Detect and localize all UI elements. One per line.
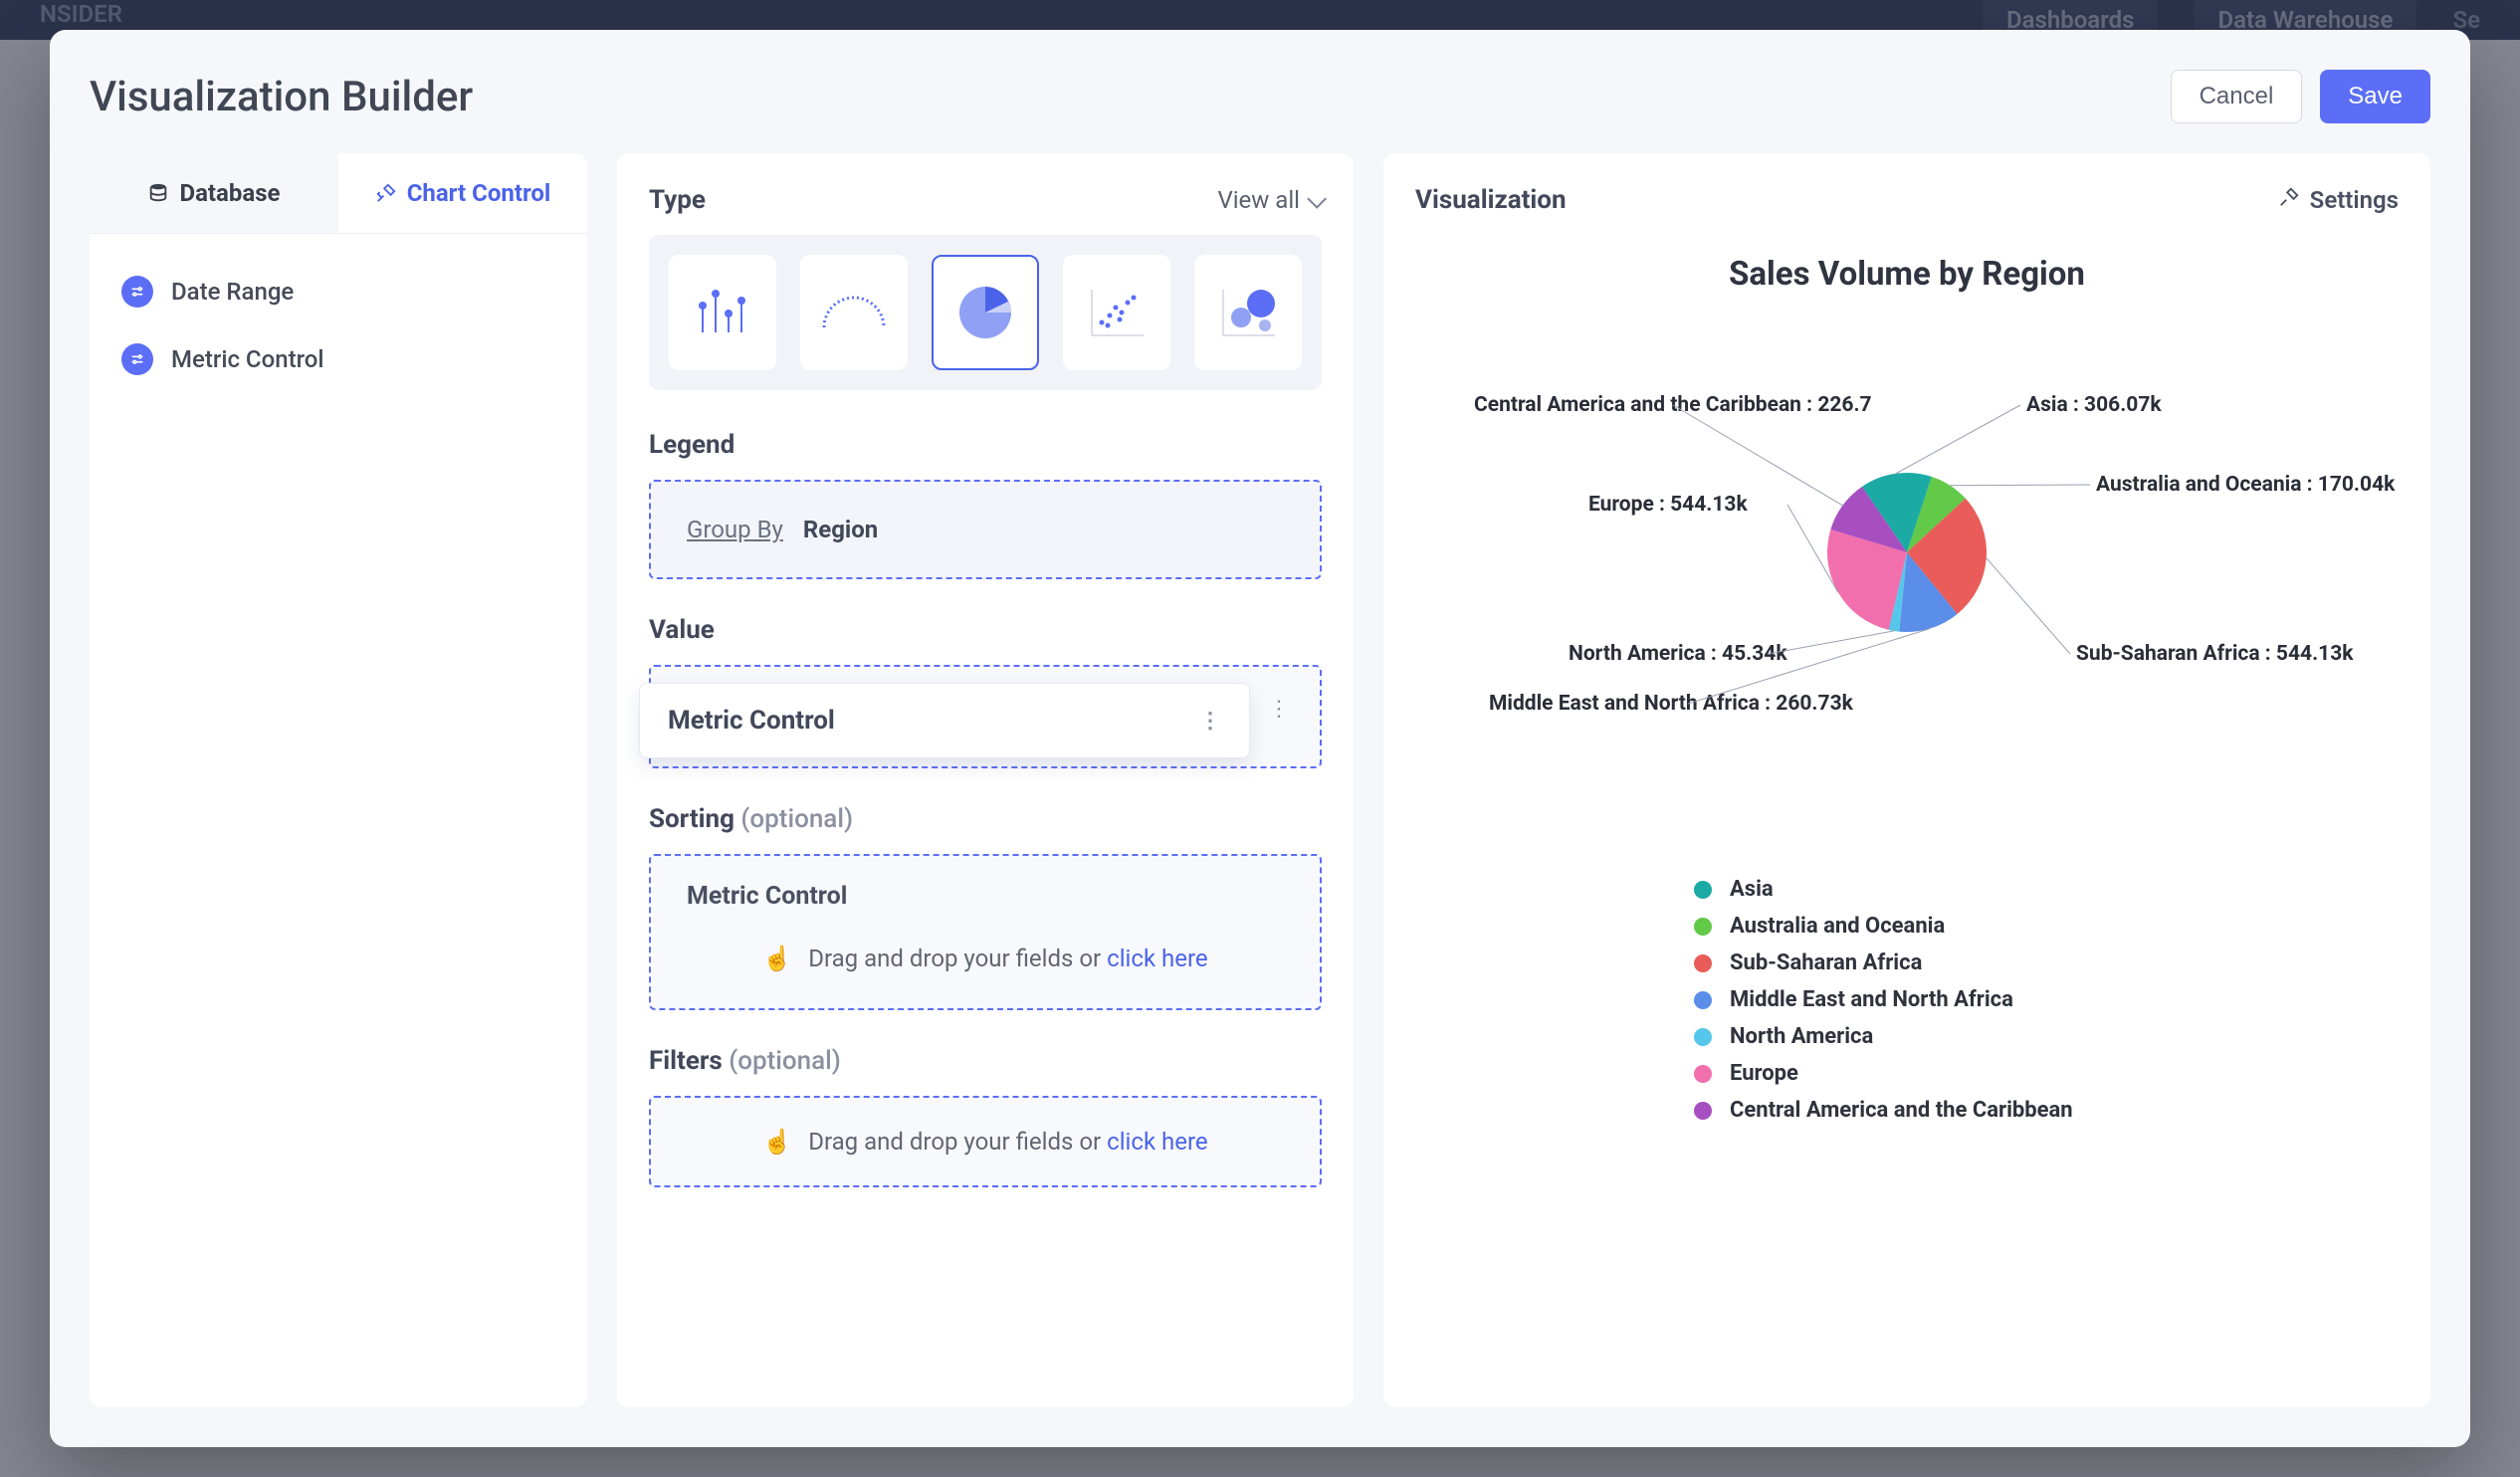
chart-type-pie[interactable] xyxy=(932,255,1039,370)
settings-label: Settings xyxy=(2310,186,2399,214)
legend-label: North America xyxy=(1730,1024,1873,1049)
legend-color-dot xyxy=(1694,881,1712,899)
visualization-builder-modal: Visualization Builder Cancel Save Databa… xyxy=(50,30,2470,1447)
tab-chart-control[interactable]: Chart Control xyxy=(338,153,587,233)
legend-item[interactable]: Central America and the Caribbean xyxy=(1694,1092,2399,1129)
legend-label: Middle East and North Africa xyxy=(1730,987,2013,1012)
groupby-field: Region xyxy=(803,516,878,543)
legend-item[interactable]: Middle East and North Africa xyxy=(1694,981,2399,1018)
legend-color-dot xyxy=(1694,1028,1712,1046)
viz-settings-button[interactable]: Settings xyxy=(2278,186,2399,214)
sliders-icon xyxy=(121,276,153,308)
legend-item[interactable]: North America xyxy=(1694,1018,2399,1055)
pie-slice-label: Australia and Oceania : 170.04k xyxy=(2096,473,2395,497)
more-icon[interactable]: ⋮ xyxy=(1199,709,1221,734)
sorting-hint: Drag and drop your fields or click here xyxy=(687,945,1284,972)
chevron-down-icon xyxy=(1308,186,1322,214)
pie-slice-label: Central America and the Caribbean : 226.… xyxy=(1474,393,1872,417)
legend-label: Australia and Oceania xyxy=(1730,914,1945,939)
view-all-text: View all xyxy=(1217,186,1300,214)
value-drop-zone[interactable]: Metric Control ⋮ Metric Control ⋮ xyxy=(649,665,1322,768)
sorting-drop-zone[interactable]: Metric Control Drag and drop your fields… xyxy=(649,854,1322,1010)
legend-label: Sub-Saharan Africa xyxy=(1730,950,1922,975)
more-icon[interactable]: ⋮ xyxy=(1268,697,1290,722)
control-item-metric-control[interactable]: Metric Control xyxy=(113,325,563,393)
tools-icon xyxy=(375,182,397,204)
chart-type-bubble[interactable] xyxy=(1194,255,1302,370)
control-item-label: Metric Control xyxy=(171,345,323,373)
pie-slice-label: Middle East and North Africa : 260.73k xyxy=(1489,692,1853,716)
cancel-button[interactable]: Cancel xyxy=(2171,70,2303,123)
sorting-field: Metric Control xyxy=(687,882,1284,911)
modal-title: Visualization Builder xyxy=(90,73,473,121)
legend-drop-zone[interactable]: Group By Region xyxy=(649,480,1322,579)
type-label: Type xyxy=(649,185,706,215)
legend-label: Central America and the Caribbean xyxy=(1730,1098,2073,1123)
legend-item[interactable]: Australia and Oceania xyxy=(1694,908,2399,945)
tab-chart-control-label: Chart Control xyxy=(407,179,551,207)
tab-database[interactable]: Database xyxy=(90,153,338,233)
save-button[interactable]: Save xyxy=(2320,70,2430,123)
filters-click-here[interactable]: click here xyxy=(1107,1128,1208,1156)
pie-chart: Asia : 306.07k Australia and Oceania : 17… xyxy=(1415,333,2399,771)
legend-color-dot xyxy=(1694,954,1712,972)
filters-hint: Drag and drop your fields or click here xyxy=(687,1128,1284,1156)
chart-title: Sales Volume by Region xyxy=(1415,255,2399,294)
filters-label: Filters (optional) xyxy=(649,1046,1322,1076)
pie-slice-label: Sub-Saharan Africa : 544.13k xyxy=(2076,642,2353,666)
legend-item[interactable]: Europe xyxy=(1694,1055,2399,1092)
pie-slice-label: North America : 45.34k xyxy=(1569,642,1787,666)
legend-color-dot xyxy=(1694,991,1712,1009)
visualization-heading: Visualization xyxy=(1415,185,1567,215)
groupby-text: Group By xyxy=(687,516,783,543)
visualization-panel: Visualization Settings Sales Volume by R… xyxy=(1383,153,2430,1407)
tab-database-label: Database xyxy=(179,179,280,207)
chart-type-row xyxy=(649,235,1322,390)
legend-label: Legend xyxy=(649,430,1322,460)
chart-type-lollipop[interactable] xyxy=(669,255,776,370)
database-icon xyxy=(147,182,169,204)
legend-item[interactable]: Asia xyxy=(1694,871,2399,908)
filters-drop-zone[interactable]: Drag and drop your fields or click here xyxy=(649,1096,1322,1187)
pie-slice-label: Europe : 544.13k xyxy=(1588,493,1748,517)
view-all-link[interactable]: View all xyxy=(1217,186,1322,214)
chart-legend: Asia Australia and Oceania Sub-Saharan Afr… xyxy=(1694,871,2399,1129)
value-label: Value xyxy=(649,615,1322,645)
legend-label: Asia xyxy=(1730,877,1774,902)
legend-label: Europe xyxy=(1730,1061,1798,1086)
metric-chip-label: Metric Control xyxy=(668,706,835,736)
wrench-icon xyxy=(2278,186,2300,214)
left-panel: Database Chart Control Date Range xyxy=(90,153,587,1407)
control-item-date-range[interactable]: Date Range xyxy=(113,258,563,325)
sorting-label: Sorting (optional) xyxy=(649,804,1322,834)
metric-control-chip[interactable]: Metric Control ⋮ xyxy=(639,683,1250,758)
legend-color-dot xyxy=(1694,1102,1712,1120)
chart-type-gauge[interactable] xyxy=(800,255,908,370)
sorting-click-here[interactable]: click here xyxy=(1107,945,1208,972)
legend-color-dot xyxy=(1694,918,1712,936)
control-item-label: Date Range xyxy=(171,278,294,306)
chart-type-scatter[interactable] xyxy=(1063,255,1170,370)
legend-item[interactable]: Sub-Saharan Africa xyxy=(1694,945,2399,981)
legend-color-dot xyxy=(1694,1065,1712,1083)
chart-config-panel: Type View all xyxy=(617,153,1354,1407)
pie-slice-label: Asia : 306.07k xyxy=(2026,393,2162,417)
sliders-icon xyxy=(121,343,153,375)
